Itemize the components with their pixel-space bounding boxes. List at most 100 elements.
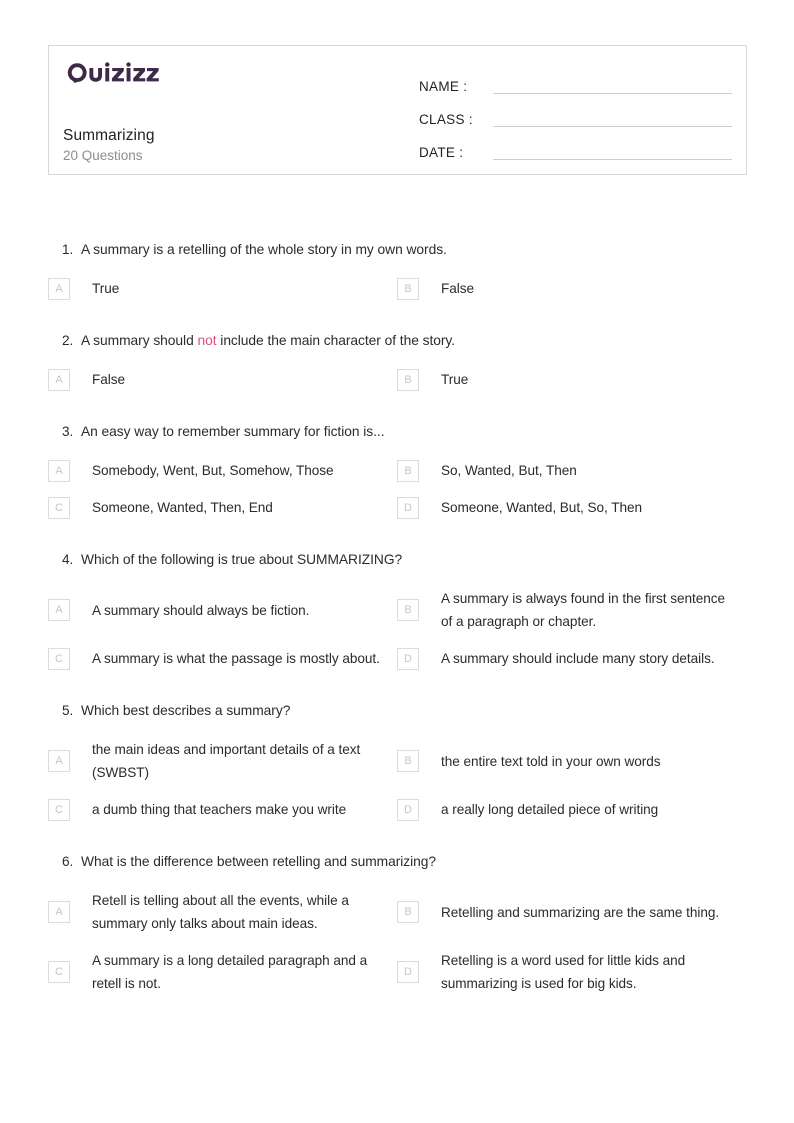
- quizizz-logo: [65, 62, 409, 84]
- question-heading: 3. An easy way to remember summary for fi…: [48, 410, 746, 452]
- question-number: 3.: [62, 424, 74, 439]
- answer-options: A True B False: [48, 270, 746, 307]
- question-text-part: include the main character of the story.: [216, 333, 456, 348]
- question-number: 4.: [62, 552, 74, 567]
- answer-option[interactable]: B True: [397, 361, 746, 398]
- answer-option-letter-badge[interactable]: B: [397, 599, 419, 621]
- answer-option[interactable]: A True: [48, 270, 397, 307]
- answer-option[interactable]: B Retelling and summarizing are the same …: [397, 882, 746, 942]
- question-block: 2. A summary should not include the main …: [0, 319, 794, 398]
- answer-option[interactable]: Ca dumb thing that teachers make you wri…: [48, 791, 397, 828]
- question-text: Which best describes a summary?: [81, 701, 290, 721]
- answer-options: A A summary should always be fiction. B A s…: [48, 580, 746, 677]
- answer-option[interactable]: Athe main ideas and important details of…: [48, 731, 397, 791]
- answer-option-letter-badge[interactable]: B: [397, 459, 419, 482]
- name-field-input[interactable]: [493, 93, 732, 94]
- answer-option-text[interactable]: Retelling and summarizing are the same t…: [441, 901, 719, 924]
- answer-option[interactable]: B A summary is always found in the first …: [397, 580, 746, 640]
- answer-options: A False B True: [48, 361, 746, 398]
- answer-option-text[interactable]: A summary should always be fiction.: [92, 599, 309, 622]
- answer-option-letter-badge[interactable]: A: [48, 901, 70, 923]
- question-block: 1. A summary is a retelling of the whole …: [0, 228, 794, 307]
- answer-option-text[interactable]: True: [441, 368, 468, 391]
- answer-option-letter-badge[interactable]: B: [397, 901, 419, 923]
- question-number: 5.: [62, 703, 74, 718]
- answer-option[interactable]: C A summary is a long detailed paragraph …: [48, 942, 397, 1002]
- question-heading: 2. A summary should not include the main …: [48, 319, 746, 361]
- answer-option-letter-badge[interactable]: A: [48, 459, 70, 482]
- question-heading: 4. Which of the following is true about S…: [48, 538, 746, 580]
- answer-option-letter-badge[interactable]: A: [48, 599, 70, 621]
- answer-options: A Retell is telling about all the events,…: [48, 882, 746, 1002]
- answer-option-text[interactable]: Someone, Wanted, Then, End: [92, 496, 273, 519]
- answer-option-text[interactable]: So, Wanted, But, Then: [441, 459, 577, 482]
- answer-option-letter-badge[interactable]: B: [397, 368, 419, 391]
- date-field-input[interactable]: [493, 159, 732, 160]
- answer-option[interactable]: Bthe entire text told in your own words: [397, 731, 746, 791]
- answer-option[interactable]: A A summary should always be fiction.: [48, 580, 397, 640]
- question-number: 2.: [62, 333, 74, 348]
- question-number: 1.: [62, 242, 74, 257]
- answer-option-text[interactable]: A summary is a long detailed paragraph a…: [92, 949, 387, 995]
- question-heading: 5. Which best describes a summary?: [48, 689, 746, 731]
- answer-option-text[interactable]: the main ideas and important details of …: [92, 738, 387, 784]
- answer-option-text[interactable]: True: [92, 277, 119, 300]
- question-list: 1. A summary is a retelling of the whole …: [0, 228, 794, 1014]
- answer-option-letter-badge[interactable]: D: [397, 647, 419, 670]
- question-text-part: Which of the following is true about SUM…: [81, 552, 403, 567]
- answer-option-letter-badge[interactable]: A: [48, 750, 70, 772]
- answer-option-text[interactable]: a really long detailed piece of writing: [441, 798, 658, 821]
- question-text: An easy way to remember summary for fict…: [81, 422, 385, 442]
- answer-option-letter-badge[interactable]: C: [48, 496, 70, 519]
- answer-option-letter-badge[interactable]: C: [48, 647, 70, 670]
- student-info-fields: NAME : CLASS : DATE :: [409, 46, 746, 174]
- answer-option-text[interactable]: Someone, Wanted, But, So, Then: [441, 496, 642, 519]
- answer-option[interactable]: C A summary is what the passage is mostly…: [48, 640, 397, 677]
- answer-option[interactable]: C Someone, Wanted, Then, End: [48, 489, 397, 526]
- answer-option[interactable]: B False: [397, 270, 746, 307]
- quizizz-logo-mark: [67, 62, 159, 83]
- answer-option-letter-badge[interactable]: D: [397, 496, 419, 519]
- answer-option-letter-badge[interactable]: D: [397, 798, 419, 821]
- quiz-question-count: 20 Questions: [63, 148, 143, 163]
- answer-option[interactable]: B So, Wanted, But, Then: [397, 452, 746, 489]
- answer-option[interactable]: D Someone, Wanted, But, So, Then: [397, 489, 746, 526]
- question-block: 6. What is the difference between retelli…: [0, 840, 794, 1002]
- question-heading: 1. A summary is a retelling of the whole …: [48, 228, 746, 270]
- answer-option-text[interactable]: False: [92, 368, 125, 391]
- answer-option-letter-badge[interactable]: A: [48, 277, 70, 300]
- answer-option[interactable]: Da really long detailed piece of writing: [397, 791, 746, 828]
- answer-option-letter-badge[interactable]: C: [48, 798, 70, 821]
- answer-option[interactable]: A Retell is telling about all the events,…: [48, 882, 397, 942]
- answer-option-text[interactable]: Retell is telling about all the events, …: [92, 889, 387, 935]
- worksheet-header-card: Summarizing 20 Questions NAME : CLASS : …: [48, 45, 747, 175]
- answer-option-text[interactable]: Somebody, Went, But, Somehow, Those: [92, 459, 334, 482]
- class-field-row: CLASS :: [419, 97, 732, 130]
- answer-option-text[interactable]: Retelling is a word used for little kids…: [441, 949, 736, 995]
- question-block: 5. Which best describes a summary? Athe ma…: [0, 689, 794, 828]
- answer-option[interactable]: D A summary should include many story det…: [397, 640, 746, 677]
- question-heading: 6. What is the difference between retelli…: [48, 840, 746, 882]
- answer-option[interactable]: A Somebody, Went, But, Somehow, Those: [48, 452, 397, 489]
- name-field-row: NAME :: [419, 64, 732, 97]
- answer-option-text[interactable]: a dumb thing that teachers make you writ…: [92, 798, 346, 821]
- quiz-title: Summarizing: [63, 127, 155, 144]
- answer-option-text[interactable]: A summary is what the passage is mostly …: [92, 647, 380, 670]
- answer-option-text[interactable]: A summary should include many story deta…: [441, 647, 715, 670]
- answer-option-letter-badge[interactable]: C: [48, 961, 70, 983]
- answer-option[interactable]: D Retelling is a word used for little kid…: [397, 942, 746, 1002]
- answer-option-text[interactable]: False: [441, 277, 474, 300]
- answer-option-text[interactable]: the entire text told in your own words: [441, 750, 661, 773]
- answer-option[interactable]: A False: [48, 361, 397, 398]
- question-text: What is the difference between retelling…: [81, 852, 436, 872]
- question-block: 4. Which of the following is true about S…: [0, 538, 794, 677]
- answer-option-text[interactable]: A summary is always found in the first s…: [441, 587, 736, 633]
- class-field-input[interactable]: [493, 126, 732, 127]
- question-text-part: An easy way to remember summary for fict…: [81, 424, 385, 439]
- answer-option-letter-badge[interactable]: D: [397, 961, 419, 983]
- class-field-label: CLASS :: [419, 112, 473, 127]
- answer-option-letter-badge[interactable]: B: [397, 750, 419, 772]
- question-text-highlight: not: [197, 333, 217, 348]
- answer-option-letter-badge[interactable]: B: [397, 277, 419, 300]
- answer-option-letter-badge[interactable]: A: [48, 368, 70, 391]
